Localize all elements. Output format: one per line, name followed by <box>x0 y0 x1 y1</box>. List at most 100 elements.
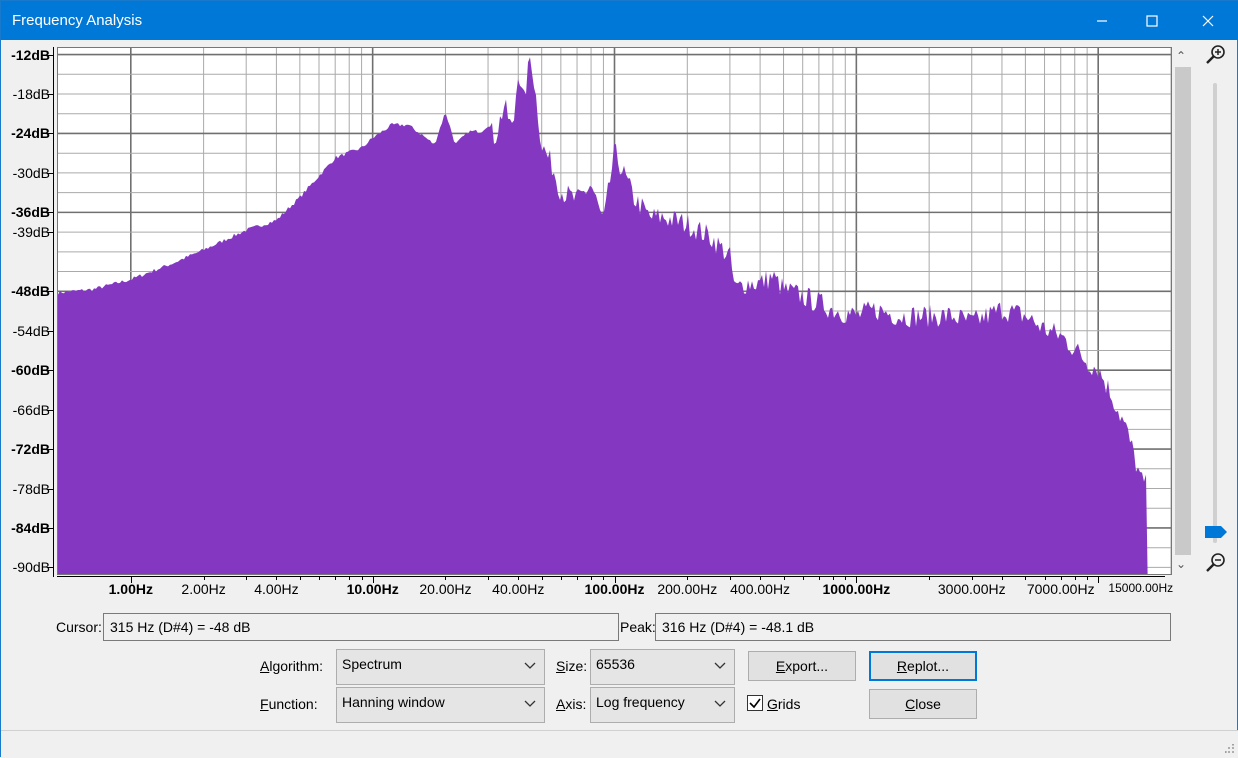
x-tick <box>299 577 301 580</box>
x-tick-label: 7000.00Hz <box>1026 581 1095 597</box>
export-accel: E <box>775 658 786 674</box>
axis-value: Log frequency <box>596 694 685 710</box>
x-tick <box>818 577 820 580</box>
x-tick <box>856 577 858 583</box>
x-tick <box>1098 577 1100 583</box>
y-tick-label: -72dB <box>11 441 50 458</box>
maximize-button[interactable] <box>1129 1 1175 40</box>
x-tick-label: 1000.00Hz <box>822 581 891 597</box>
x-tick <box>1001 577 1003 580</box>
close-icon <box>1202 15 1214 26</box>
axis-label-accel: A <box>556 696 566 712</box>
x-tick-label: 3000.00Hz <box>937 581 1006 597</box>
grids-text: rids <box>777 696 801 712</box>
x-tick-label: 1.00Hz <box>108 581 153 597</box>
scroll-up-icon[interactable]: ⌃ <box>1176 49 1186 63</box>
function-label-text: unction: <box>268 696 318 712</box>
export-button[interactable]: Export... <box>748 651 856 681</box>
chevron-down-icon <box>524 662 536 669</box>
zoom-slider-track[interactable] <box>1213 83 1217 543</box>
cursor-readout: 315 Hz (D#4) = -48 dB <box>103 613 619 641</box>
vertical-scrollbar[interactable]: ⌃ ⌄ <box>1173 47 1193 577</box>
zoom-out-icon <box>1206 553 1225 572</box>
x-tick <box>783 577 785 580</box>
x-tick <box>845 577 847 580</box>
close-text: lose <box>915 696 941 712</box>
grids-label[interactable]: Grids <box>767 696 800 712</box>
zoom-in-icon <box>1206 45 1225 64</box>
x-tick-label: 2.00Hz <box>181 581 226 597</box>
window-title: Frequency Analysis <box>12 12 143 29</box>
x-tick <box>802 577 804 580</box>
x-tick <box>1074 577 1076 580</box>
replot-accel: R <box>896 658 908 674</box>
algorithm-label: Algorithm: <box>260 658 323 674</box>
close-window-button[interactable] <box>1185 1 1231 40</box>
x-tick <box>276 577 278 580</box>
minimize-button[interactable] <box>1079 1 1125 40</box>
scroll-down-icon[interactable]: ⌄ <box>1176 557 1186 571</box>
size-value: 65536 <box>596 656 635 672</box>
x-tick-label: 20.00Hz <box>419 581 472 597</box>
x-tick <box>760 577 762 580</box>
axis-select[interactable]: Log frequency <box>590 687 735 723</box>
y-axis-line <box>53 47 54 577</box>
x-tick <box>729 577 731 580</box>
spectrum-plot[interactable] <box>57 47 1172 575</box>
slider-thumb-icon <box>1205 526 1227 538</box>
algorithm-value: Spectrum <box>342 656 402 672</box>
x-tick <box>687 577 689 580</box>
x-tick <box>1025 577 1027 580</box>
minimize-icon <box>1097 19 1107 22</box>
close-button[interactable]: Close <box>869 689 977 719</box>
checkmark-icon <box>749 698 761 709</box>
x-tick <box>560 577 562 580</box>
x-tick <box>541 577 543 580</box>
grids-checkbox[interactable] <box>747 695 763 711</box>
spectrum-svg <box>58 48 1171 574</box>
x-tick <box>832 577 834 580</box>
x-tick-label: 200.00Hz <box>657 581 718 597</box>
y-tick-label: -66dB <box>12 401 50 418</box>
x-tick-label: 400.00Hz <box>730 581 791 597</box>
x-tick <box>1060 577 1062 580</box>
y-tick-label: -90dB <box>12 559 50 576</box>
size-select[interactable]: 65536 <box>590 649 735 685</box>
zoom-in-button[interactable] <box>1204 43 1228 67</box>
x-tick <box>203 577 205 580</box>
x-tick <box>518 577 520 580</box>
x-tick-label: 15000.00Hz <box>1108 581 1174 595</box>
y-tick-label: -39dB <box>12 224 50 241</box>
x-tick <box>246 577 248 580</box>
chevron-down-icon <box>714 700 726 707</box>
x-tick <box>577 577 579 580</box>
x-tick <box>361 577 363 580</box>
x-tick-label: 40.00Hz <box>492 581 545 597</box>
frequency-analysis-window: Frequency Analysis -12dB -18dB -24dB -30dB -… <box>0 0 1238 758</box>
x-tick <box>318 577 320 580</box>
peak-label: Peak: <box>620 619 656 635</box>
x-tick-label: 10.00Hz <box>346 581 399 597</box>
size-label: Size: <box>556 658 587 674</box>
zoom-out-button[interactable] <box>1204 551 1228 575</box>
x-tick <box>488 577 490 580</box>
replot-button[interactable]: Replot... <box>869 651 977 681</box>
resize-grip-icon[interactable] <box>1225 744 1235 754</box>
scroll-thumb[interactable] <box>1175 67 1191 555</box>
axis-label: Axis: <box>556 696 586 712</box>
size-label-accel: S <box>556 658 566 674</box>
title-bar[interactable]: Frequency Analysis <box>1 1 1238 40</box>
x-tick <box>1044 577 1046 580</box>
algorithm-select[interactable]: Spectrum <box>336 649 545 685</box>
y-tick-label: -30dB <box>12 164 50 181</box>
x-tick <box>591 577 593 580</box>
x-tick <box>335 577 337 580</box>
function-label: Function: <box>260 696 318 712</box>
zoom-slider-thumb[interactable] <box>1204 525 1228 539</box>
cursor-label: Cursor: <box>56 619 102 635</box>
chevron-down-icon <box>714 662 726 669</box>
y-tick-label: -24dB <box>11 125 50 142</box>
function-select[interactable]: Hanning window <box>336 687 545 723</box>
x-tick <box>603 577 605 580</box>
grids-accel: G <box>767 696 778 712</box>
